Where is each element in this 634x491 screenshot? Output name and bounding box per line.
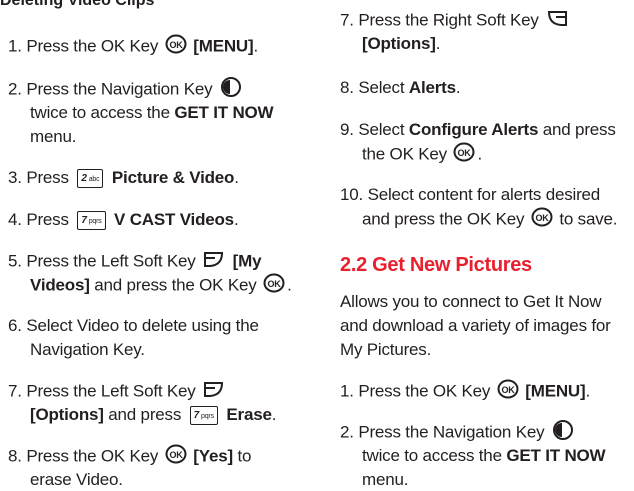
- step-1: 1. Press the OK Key OK [MENU].: [8, 34, 258, 60]
- svg-text:OK: OK: [268, 279, 282, 289]
- right-step-2: 2. Press the Navigation Key: [340, 420, 577, 446]
- manual-page: Deleting Video Clips 1. Press the OK Key…: [0, 0, 634, 489]
- ok-key-icon: OK: [263, 273, 285, 299]
- ok-key-icon: OK: [165, 34, 187, 60]
- svg-text:OK: OK: [501, 385, 515, 395]
- left-soft-key-icon: [202, 379, 226, 405]
- right-soft-key-icon: [545, 8, 569, 34]
- key-2-icon: 2 abc: [77, 169, 104, 189]
- step-2: 2. Press the Navigation Key: [8, 77, 245, 103]
- svg-text:OK: OK: [458, 148, 472, 158]
- step-7: 7. Press the Left Soft Key: [8, 379, 228, 405]
- step-4: 4. Press 7 pqrs V CAST Videos.: [8, 210, 239, 231]
- svg-text:OK: OK: [169, 450, 183, 460]
- navigation-key-icon: [219, 77, 243, 103]
- section-title: 2.2 Get New Pictures: [340, 254, 532, 276]
- section-heading: Deleting Video Clips: [0, 0, 155, 9]
- ok-key-icon: OK: [531, 207, 553, 233]
- right-step-1: 1. Press the OK Key OK [MENU].: [340, 379, 590, 405]
- step-8: 8. Press the OK Key OK [Yes] to: [8, 444, 251, 470]
- svg-text:OK: OK: [535, 213, 549, 223]
- right-step-8: 8. Select Alerts.: [340, 78, 461, 97]
- step-6: 6. Select Video to delete using the: [8, 316, 259, 335]
- step-5: 5. Press the Left Soft Key [My: [8, 249, 262, 275]
- key-7-icon: 7 pqrs: [77, 211, 106, 231]
- right-step-9: 9. Select Configure Alerts and press: [340, 120, 616, 139]
- ok-key-icon: OK: [165, 444, 187, 470]
- step-3: 3. Press 2 abc Picture & Video.: [8, 168, 239, 189]
- ok-key-icon: OK: [497, 379, 519, 405]
- right-step-10: 10. Select content for alerts desired: [340, 185, 601, 204]
- ok-key-icon: OK: [453, 142, 475, 168]
- left-soft-key-icon: [202, 249, 226, 275]
- key-7-icon: 7 pqrs: [189, 406, 218, 426]
- svg-text:OK: OK: [169, 40, 183, 50]
- right-step-7: 7. Press the Right Soft Key: [340, 8, 571, 34]
- navigation-key-icon: [551, 420, 575, 446]
